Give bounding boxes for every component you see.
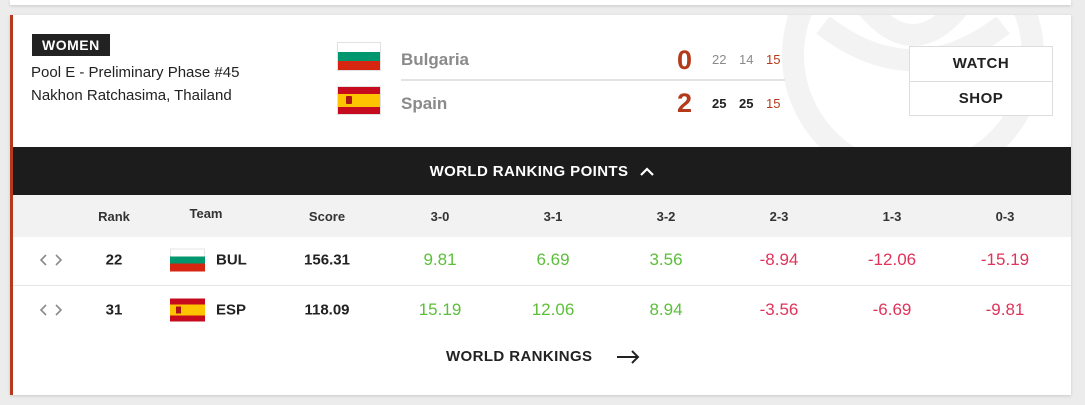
world-ranking-points-toggle[interactable]: WORLD RANKING POINTS (13, 147, 1071, 195)
world-rankings-link[interactable]: WORLD RANKINGS (446, 348, 640, 365)
arrow-right-icon (617, 349, 640, 364)
rank-value: 22 (105, 251, 123, 269)
teams-divider (401, 79, 785, 81)
header-score: Score (308, 209, 346, 224)
previous-match-card (10, 0, 1071, 5)
points-3-1: 12.06 (531, 300, 575, 319)
table-row: 22 BUL 156.31 9.81 6.69 3.56 -8.94 -12.0… (13, 235, 1071, 285)
header-2-3: 2-3 (769, 209, 789, 224)
rank-change-indicator (39, 254, 63, 266)
bulgaria-flag-icon (170, 248, 205, 272)
world-ranking-points-title: WORLD RANKING POINTS (429, 162, 629, 180)
team-total-away: 2 (677, 88, 693, 118)
match-card: WOMEN Pool E - Preliminary Phase #45 Nak… (10, 15, 1071, 395)
points-3-1: 6.69 (536, 250, 570, 269)
header-1-3: 1-3 (882, 209, 902, 224)
category-badge: WOMEN (32, 34, 110, 56)
set-score: 15 (766, 96, 781, 111)
points-0-3: -15.19 (980, 250, 1030, 269)
spain-flag-icon (170, 298, 205, 322)
header-3-2: 3-2 (656, 209, 676, 224)
team-code: ESP (216, 301, 247, 319)
chevron-up-icon (640, 166, 655, 176)
header-team: Team (189, 206, 223, 221)
chevron-right-icon (55, 254, 63, 266)
team-total-home: 0 (677, 45, 693, 75)
set-score: 22 (712, 52, 727, 67)
team-name-home: Bulgaria (401, 50, 470, 69)
pool-phase-label: Pool E - Preliminary Phase #45 (31, 64, 240, 81)
chevron-right-icon (55, 304, 63, 316)
rank-change-indicator (39, 304, 63, 316)
set-score: 14 (739, 52, 754, 67)
chevron-left-icon (39, 304, 47, 316)
points-0-3: -9.81 (985, 300, 1025, 319)
points-2-3: -3.56 (759, 300, 799, 319)
header-0-3: 0-3 (995, 209, 1015, 224)
watch-button[interactable]: WATCH (910, 47, 1052, 81)
team-score: 118.09 (304, 301, 350, 319)
points-3-0: 15.19 (418, 300, 462, 319)
spain-flag-icon (337, 86, 381, 115)
points-3-0: 9.81 (423, 250, 457, 269)
points-2-3: -8.94 (759, 250, 799, 269)
venue-label: Nakhon Ratchasima, Thailand (31, 87, 232, 104)
match-actions: WATCH SHOP (909, 46, 1053, 116)
world-rankings-label: WORLD RANKINGS (446, 348, 593, 365)
points-3-2: 3.56 (649, 250, 683, 269)
set-score: 15 (766, 52, 781, 67)
set-score: 25 (712, 96, 727, 111)
set-score: 25 (739, 96, 754, 111)
ranking-table-header: Rank Team Score 3-0 3-1 3-2 2-3 1-3 0-3 (13, 195, 1071, 237)
header-3-1: 3-1 (543, 209, 563, 224)
table-row: 31 ESP 118.09 15.19 12.06 8.94 -3.56 -6.… (13, 285, 1071, 335)
points-1-3: -12.06 (867, 250, 917, 269)
team-code: BUL (216, 251, 247, 269)
chevron-left-icon (39, 254, 47, 266)
shop-button[interactable]: SHOP (910, 81, 1052, 115)
bulgaria-flag-icon (337, 42, 381, 71)
rank-value: 31 (105, 301, 123, 319)
header-3-0: 3-0 (430, 209, 450, 224)
points-1-3: -6.69 (872, 300, 912, 319)
header-rank: Rank (98, 209, 130, 224)
team-score: 156.31 (304, 251, 350, 269)
team-name-away: Spain (401, 94, 448, 113)
points-3-2: 8.94 (649, 300, 683, 319)
